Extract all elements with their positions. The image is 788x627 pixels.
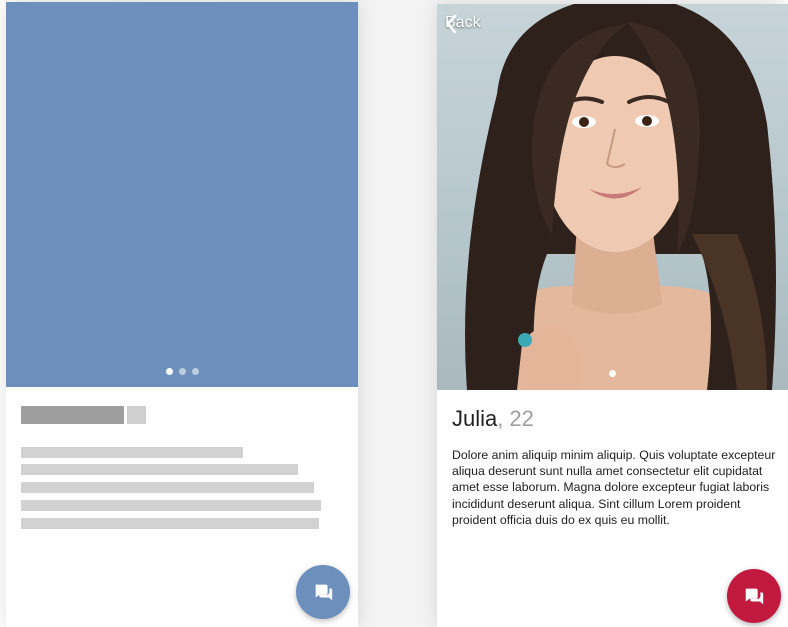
carousel-dot[interactable] <box>165 368 173 375</box>
carousel-dot[interactable] <box>178 368 186 375</box>
bio-line-placeholder <box>21 464 298 475</box>
profile-bio: Dolore anim aliquip minim aliquip. Quis … <box>452 448 776 527</box>
profile-name: Julia <box>452 406 498 431</box>
profile-photo-illustration <box>465 4 776 390</box>
bio-line-placeholder <box>21 447 243 458</box>
profile-age: 22 <box>509 406 534 431</box>
profile-heading: Julia, 22 <box>452 406 534 432</box>
chevron-left-icon <box>446 14 457 34</box>
age-placeholder <box>127 406 146 424</box>
carousel-dot[interactable] <box>191 368 199 375</box>
chat-button[interactable] <box>296 565 350 619</box>
profile-card: Back Julia, 22 Dolore anim aliquip minim … <box>437 4 788 627</box>
bio-line-placeholder <box>21 518 319 529</box>
bio-line-placeholder <box>21 500 321 511</box>
carousel-dots <box>437 370 788 377</box>
name-age-separator: , <box>497 406 504 431</box>
chat-button[interactable] <box>727 569 781 623</box>
bio-line-placeholder <box>21 482 314 493</box>
profile-card-skeleton <box>6 2 358 627</box>
chat-bubbles-icon <box>315 584 333 601</box>
photo-placeholder <box>6 2 358 387</box>
carousel-dot[interactable] <box>609 370 616 377</box>
profile-photo[interactable]: Back <box>437 4 788 390</box>
chat-bubbles-icon <box>745 588 764 605</box>
name-placeholder <box>21 406 124 424</box>
carousel-dots <box>6 368 358 375</box>
back-button[interactable]: Back <box>445 14 481 34</box>
